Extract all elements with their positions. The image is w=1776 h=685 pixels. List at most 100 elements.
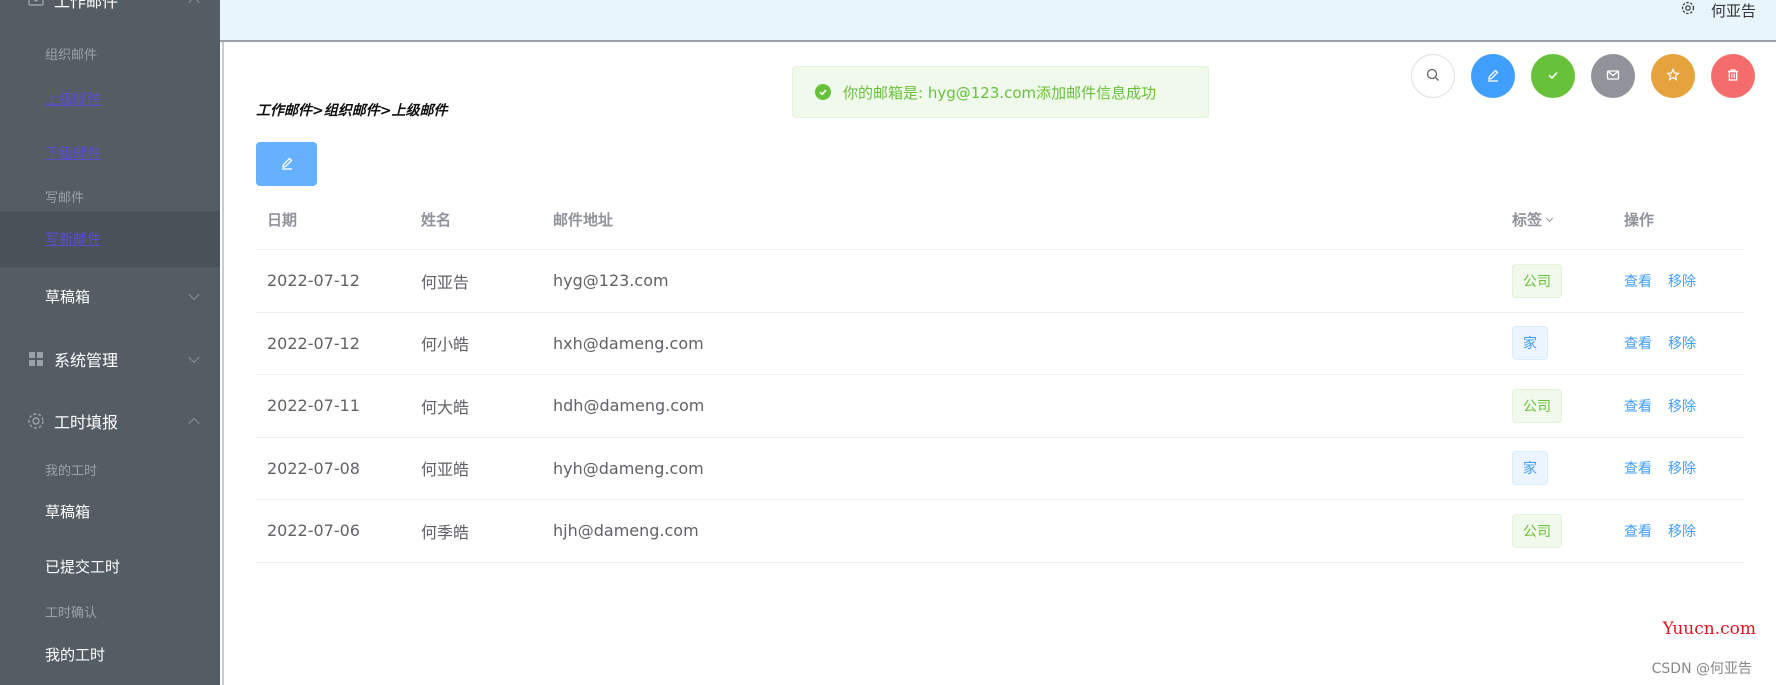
chevron-down-icon: [188, 288, 200, 301]
menu-item-my-worktime[interactable]: 我的工时: [0, 447, 220, 491]
cell-email: hxh@dameng.com: [553, 333, 704, 353]
column-header-email: 邮件地址: [553, 211, 614, 229]
cell-email: hyh@dameng.com: [553, 458, 704, 478]
menu-item-my-worktime-2[interactable]: 我的工时: [0, 632, 220, 676]
breadcrumb: 工作邮件>组织邮件>上级邮件: [256, 103, 448, 119]
remove-link[interactable]: 移除: [1668, 458, 1696, 478]
cell-date: 2022-07-12: [267, 333, 360, 353]
remove-link[interactable]: 移除: [1668, 271, 1696, 291]
menu-group-work-mail[interactable]: 工作邮件: [0, 0, 220, 22]
menu-item-label: 组织邮件: [45, 47, 98, 63]
remove-link[interactable]: 移除: [1668, 521, 1696, 541]
settings-icon[interactable]: [1681, 1, 1695, 19]
menu-group-label: 工时填报: [54, 413, 119, 432]
menu-item-write-new-mail[interactable]: 写新邮件: [0, 211, 220, 267]
view-link[interactable]: 查看: [1624, 271, 1652, 291]
check-button[interactable]: [1531, 54, 1575, 98]
sidebar: 工作邮件 组织邮件 上级邮件 下级邮件 写邮件 写新邮件 草稿箱 系统管理 工时…: [0, 0, 220, 685]
menu-group-system[interactable]: 系统管理: [0, 330, 220, 388]
filter-caret-icon[interactable]: [1545, 214, 1554, 222]
edit-circle-button[interactable]: [1471, 54, 1515, 98]
user-area[interactable]: 何亚告: [1681, 0, 1756, 20]
toast-message: 你的邮箱是: hyg@123.com添加邮件信息成功: [843, 83, 1157, 102]
cell-name: 何亚皓: [421, 460, 470, 480]
view-link[interactable]: 查看: [1624, 396, 1652, 416]
star-icon: [1666, 67, 1680, 86]
delete-button[interactable]: [1711, 54, 1755, 98]
csdn-watermark: CSDN @何亚告: [1651, 661, 1752, 677]
cell-name: 何季皓: [421, 522, 470, 542]
cell-name: 何亚告: [421, 272, 470, 292]
menu-item-worktime-confirm[interactable]: 工时确认: [0, 589, 220, 633]
success-check-icon: [815, 84, 831, 100]
edit-button[interactable]: [256, 142, 317, 186]
tag-badge: 公司: [1512, 263, 1562, 298]
menu-item-link[interactable]: 下级邮件: [45, 143, 101, 163]
menu-item-label: 草稿箱: [45, 287, 91, 306]
menu-item-label: 我的工时: [45, 645, 106, 664]
menu-item-upper-mail[interactable]: 上级邮件: [0, 75, 220, 123]
tag-badge: 公司: [1512, 388, 1562, 423]
menu-item-org-mail[interactable]: 组织邮件: [0, 31, 220, 75]
message-button[interactable]: [1591, 54, 1635, 98]
cell-date: 2022-07-06: [267, 521, 360, 541]
edit-icon: [1486, 67, 1500, 86]
menu-item-worktime-drafts[interactable]: 草稿箱: [0, 489, 220, 533]
check-icon: [1546, 67, 1560, 86]
menu-item-drafts[interactable]: 草稿箱: [0, 267, 220, 325]
mail-table: 日期 姓名 邮件地址 标签 操作 2022-07-12 何亚告 hyg@123.…: [256, 190, 1744, 563]
table-row: 2022-07-12 何亚告 hyg@123.com 公司 查看 移除: [256, 250, 1744, 313]
table-header: 日期 姓名 邮件地址 标签 操作: [256, 190, 1744, 250]
success-toast: 你的邮箱是: hyg@123.com添加邮件信息成功: [792, 66, 1209, 118]
cell-date: 2022-07-11: [267, 396, 360, 416]
menu-item-submitted-worktime[interactable]: 已提交工时: [0, 544, 220, 588]
menu-item-link[interactable]: 写新邮件: [45, 229, 101, 249]
column-header-tag-label: 标签: [1512, 211, 1543, 229]
tag-badge: 家: [1512, 326, 1548, 361]
username: 何亚告: [1710, 1, 1756, 20]
column-header-date: 日期: [267, 211, 298, 229]
cell-date: 2022-07-12: [267, 271, 360, 291]
table-row: 2022-07-06 何季皓 hjh@dameng.com 公司 查看 移除: [256, 500, 1744, 563]
star-button[interactable]: [1651, 54, 1695, 98]
main-panel: 工作邮件>组织邮件>上级邮件 你的邮箱是: hyg@123.com添加邮件信息成…: [222, 42, 1776, 685]
search-icon: [1426, 67, 1440, 86]
tag-badge: 家: [1512, 451, 1548, 486]
mail-icon: [27, 0, 45, 9]
view-link[interactable]: 查看: [1624, 333, 1652, 353]
cell-name: 何小皓: [421, 335, 470, 355]
menu-item-label: 写邮件: [45, 190, 85, 206]
column-header-op: 操作: [1624, 211, 1655, 229]
edit-icon: [280, 155, 294, 174]
table-row: 2022-07-11 何大皓 hdh@dameng.com 公司 查看 移除: [256, 375, 1744, 438]
menu-item-label: 我的工时: [45, 463, 98, 479]
message-icon: [1606, 67, 1620, 86]
remove-link[interactable]: 移除: [1668, 333, 1696, 353]
menu-group-label: 工作邮件: [54, 0, 119, 11]
chevron-up-icon: [188, 0, 200, 9]
search-button[interactable]: [1411, 54, 1455, 98]
column-header-tag[interactable]: 标签: [1512, 190, 1554, 249]
cell-date: 2022-07-08: [267, 458, 360, 478]
menu-item-label: 草稿箱: [45, 502, 91, 521]
top-header: 何亚告: [220, 0, 1776, 42]
menu-item-link[interactable]: 上级邮件: [45, 89, 101, 109]
remove-link[interactable]: 移除: [1668, 396, 1696, 416]
view-link[interactable]: 查看: [1624, 521, 1652, 541]
cell-email: hyg@123.com: [553, 271, 669, 291]
chevron-up-icon: [188, 417, 200, 430]
table-row: 2022-07-08 何亚皓 hyh@dameng.com 家 查看 移除: [256, 438, 1744, 500]
cell-name: 何大皓: [421, 397, 470, 417]
menu-group-worktime[interactable]: 工时填报: [0, 392, 220, 450]
table-row: 2022-07-12 何小皓 hxh@dameng.com 家 查看 移除: [256, 313, 1744, 375]
menu-item-label: 工时确认: [45, 605, 98, 621]
gear-icon: [27, 412, 45, 430]
grid-icon: [27, 350, 45, 368]
view-link[interactable]: 查看: [1624, 458, 1652, 478]
column-header-name: 姓名: [421, 211, 452, 229]
tag-badge: 公司: [1512, 513, 1562, 548]
chevron-down-icon: [188, 351, 200, 364]
cell-email: hdh@dameng.com: [553, 396, 705, 416]
delete-icon: [1726, 67, 1740, 86]
menu-item-lower-mail[interactable]: 下级邮件: [0, 129, 220, 177]
